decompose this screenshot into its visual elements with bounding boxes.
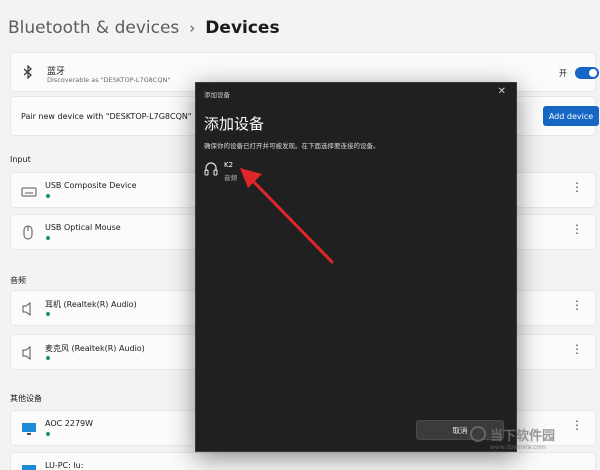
watermark-text: 当下软件园	[490, 428, 556, 444]
status-dot	[46, 194, 50, 198]
breadcrumb-parent[interactable]: Bluetooth & devices	[8, 18, 179, 38]
watermark-circle-icon	[470, 426, 486, 442]
more-options-icon[interactable]: ⋮	[571, 223, 583, 235]
close-icon[interactable]: ✕	[498, 86, 506, 97]
status-dot	[46, 432, 50, 436]
watermark-logo: 当下软件园 www.downxia.com	[470, 424, 594, 451]
found-device-name: K2	[224, 161, 234, 169]
page-title: Devices	[205, 18, 280, 38]
mouse-icon	[21, 225, 37, 240]
monitor-icon	[21, 421, 37, 435]
found-device-type: 音频	[224, 174, 237, 182]
bluetooth-icon	[23, 64, 33, 82]
headphones-icon	[204, 161, 218, 177]
dialog-titlebar: 添加设备	[204, 91, 230, 99]
pair-text: Pair new device with "DESKTOP-L7G8CQN"	[21, 112, 192, 121]
breadcrumb: Bluetooth & devices › Devices	[8, 18, 280, 38]
device-name: LU-PC: lu:	[45, 461, 84, 470]
add-device-button[interactable]: Add device	[543, 106, 599, 126]
discoverable-text: Discoverable as "DESKTOP-L7G8CQN"	[47, 76, 171, 84]
monitor-icon	[21, 463, 37, 470]
watermark-subtext: www.downxia.com	[490, 444, 546, 451]
more-options-icon[interactable]: ⋮	[571, 299, 583, 311]
device-name: 耳机 (Realtek(R) Audio)	[45, 300, 137, 309]
device-row[interactable]: LU-PC: lu:	[10, 452, 596, 470]
section-other: 其他设备	[10, 394, 42, 403]
section-input: Input	[10, 155, 31, 164]
dialog-description: 确保你的设备已打开并可被发现。在下面选择要连接的设备。	[204, 142, 380, 150]
bluetooth-toggle[interactable]	[575, 67, 599, 79]
device-name: USB Optical Mouse	[45, 223, 121, 232]
speaker-icon	[21, 345, 37, 360]
device-name: 麦克风 (Realtek(R) Audio)	[45, 344, 145, 353]
breadcrumb-separator: ›	[189, 19, 196, 37]
section-audio: 音频	[10, 276, 26, 285]
add-device-dialog: 添加设备 ✕ 添加设备 确保你的设备已打开并可被发现。在下面选择要连接的设备。 …	[195, 82, 517, 452]
status-dot	[46, 356, 50, 360]
status-dot	[46, 312, 50, 316]
keyboard-icon	[21, 183, 37, 197]
more-options-icon[interactable]: ⋮	[571, 181, 583, 193]
device-name: AOC 2279W	[45, 419, 94, 428]
dialog-title: 添加设备	[204, 115, 265, 133]
found-device-item[interactable]: K2 音频	[202, 159, 322, 185]
status-dot	[46, 236, 50, 240]
device-name: USB Composite Device	[45, 181, 137, 190]
more-options-icon[interactable]: ⋮	[571, 343, 583, 355]
speaker-icon	[21, 301, 37, 316]
toggle-state-label: 开	[559, 69, 567, 78]
